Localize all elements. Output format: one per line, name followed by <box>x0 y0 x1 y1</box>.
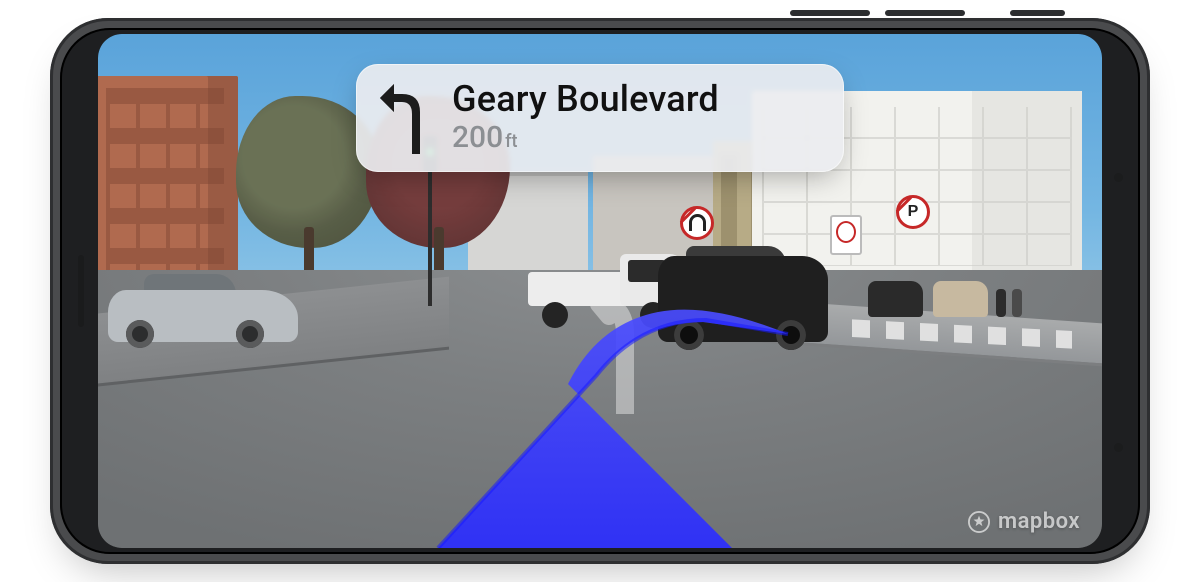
instruction-distance-value: 200 <box>452 120 503 155</box>
phone-volume-up-button <box>790 10 870 16</box>
navigation-instruction-card[interactable]: Geary Boulevard 200 ft <box>356 64 844 172</box>
phone-bezel: Geary Boulevard 200 ft <box>60 28 1140 554</box>
instruction-texts: Geary Boulevard 200 ft <box>452 78 719 155</box>
traffic-light-icon <box>428 156 432 306</box>
car <box>658 246 828 342</box>
pedestrian <box>996 289 1006 317</box>
phone-speaker <box>78 255 84 327</box>
instruction-street-name: Geary Boulevard <box>452 78 719 120</box>
car <box>868 281 923 317</box>
instruction-distance-unit: ft <box>505 131 517 152</box>
stage: Geary Boulevard 200 ft <box>0 0 1200 582</box>
phone-volume-down-button <box>885 10 965 16</box>
screen[interactable]: Geary Boulevard 200 ft <box>98 34 1102 548</box>
mapbox-logo-icon <box>968 511 990 533</box>
no-u-turn-sign-icon <box>680 206 714 240</box>
turn-left-arrow-icon <box>380 78 432 156</box>
phone-power-button <box>1010 10 1065 16</box>
car <box>933 281 988 317</box>
no-parking-sign-icon <box>896 195 930 229</box>
instruction-distance: 200 ft <box>452 120 719 155</box>
no-right-turn-sign-icon <box>830 215 862 255</box>
phone-sensor <box>1114 443 1123 452</box>
phone-sensor <box>1114 173 1123 182</box>
car <box>108 272 298 342</box>
pedestrian <box>1012 289 1022 317</box>
brand-watermark-text: mapbox <box>998 509 1080 534</box>
phone-frame: Geary Boulevard 200 ft <box>50 18 1150 564</box>
brand-watermark: mapbox <box>968 509 1080 534</box>
